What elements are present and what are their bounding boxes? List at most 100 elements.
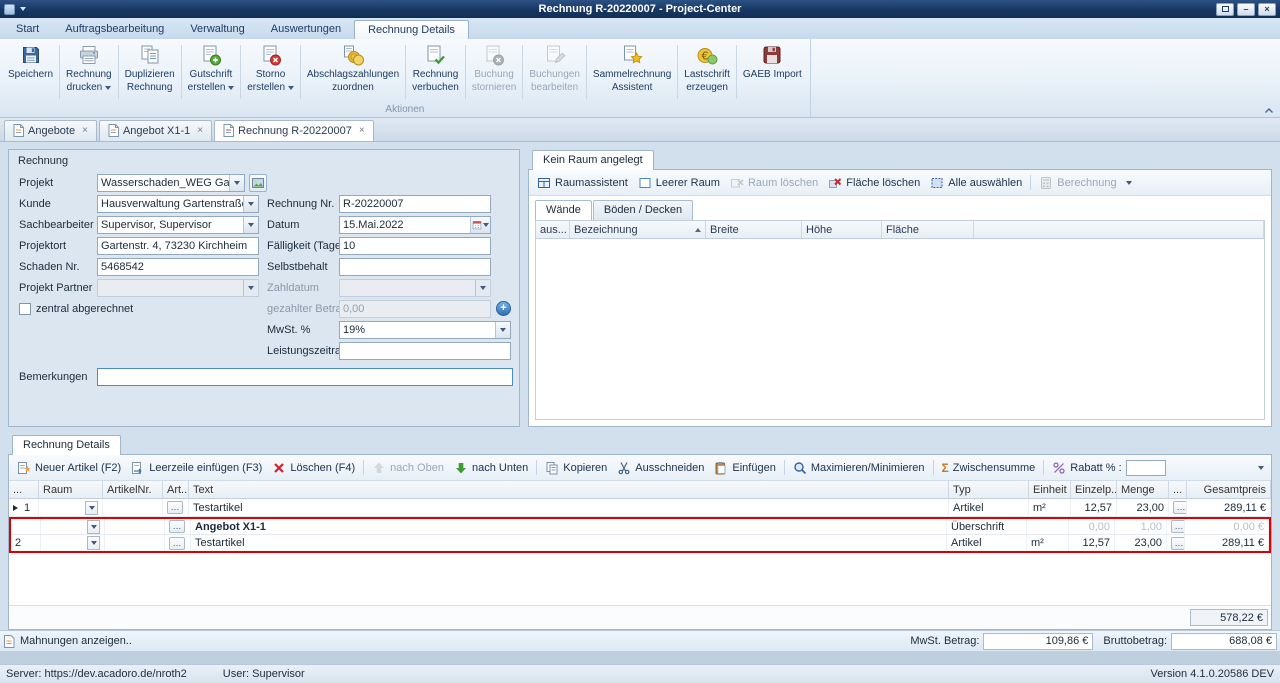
ribbon-tab-auswertungen[interactable]: Auswertungen [258,20,354,39]
minimize-button[interactable]: – [1237,3,1255,16]
grid-empty-area[interactable] [9,553,1271,605]
dropdown-button[interactable] [495,322,510,338]
ausschneiden-button[interactable]: Ausschneiden [612,459,709,477]
einzelpreis-cell[interactable]: 12,57 [1069,535,1115,551]
artikelnr-cell[interactable] [105,535,165,551]
column-header-gesamtpreis[interactable]: Gesamtpreis [1187,481,1271,498]
rechnung-drucken-button[interactable]: Rechnung drucken [61,41,117,103]
einheit-cell[interactable]: m² [1027,535,1069,551]
column-header-auswahl[interactable]: aus... [536,221,570,238]
column-header-flaeche[interactable]: Fläche [882,221,974,238]
column-header-raum[interactable]: Raum [39,481,103,498]
lastschrift-erzeugen-button[interactable]: € Lastschrift erzeugen [679,41,735,103]
table-row[interactable]: 1 … Testartikel Artikel m² 12,57 23,00 …… [9,499,1271,517]
ribbon-tab-auftragsbearbeitung[interactable]: Auftragsbearbeitung [52,20,177,39]
text-cell[interactable]: Testartikel [189,499,949,516]
raum-cell[interactable] [41,519,105,534]
einfuegen-button[interactable]: Einfügen [709,459,780,477]
tab-boeden-decken[interactable]: Böden / Decken [593,200,693,220]
raum-dropdown-button[interactable] [87,536,100,550]
column-header-art[interactable]: Art... [163,481,189,498]
ribbon-tab-verwaltung[interactable]: Verwaltung [177,20,257,39]
column-header-menge[interactable]: Menge [1117,481,1169,498]
ellipsis-button[interactable]: … [1173,501,1187,514]
rechnung-verbuchen-button[interactable]: Rechnung verbuchen [407,41,464,103]
art-cell[interactable]: … [165,535,191,551]
einzelpreis-cell[interactable]: 0,00 [1069,519,1115,534]
leerzeile-einfuegen-button[interactable]: Leerzeile einfügen (F3) [126,459,267,477]
ellipsis-button[interactable]: … [1171,537,1185,550]
ellipsis-button[interactable]: … [167,501,183,514]
art-cell[interactable]: … [163,499,189,516]
einheit-cell[interactable]: m² [1029,499,1071,516]
calendar-dropdown-button[interactable] [470,217,490,233]
add-payment-button[interactable]: + [496,301,511,316]
nach-unten-button[interactable]: nach Unten [449,459,533,477]
text-cell[interactable]: Testartikel [191,535,947,551]
dropdown-button[interactable] [243,196,258,212]
sammelrechnung-assistent-button[interactable]: Sammelrechnung Assistent [588,41,676,103]
zentral-abgerechnet-checkbox[interactable] [19,303,31,315]
table-row[interactable]: … Angebot X1-1 Überschrift 0,00 1,00 … 0… [11,519,1269,535]
flaeche-loeschen-button[interactable]: Fläche löschen [823,174,925,192]
schaden-nr-field[interactable] [97,258,259,276]
raumassistent-button[interactable]: Raumassistent [532,174,633,192]
more-cell[interactable]: … [1167,519,1185,534]
artikelnr-cell[interactable] [103,499,163,516]
bemerkungen-field[interactable] [97,368,513,386]
column-header-breite[interactable]: Breite [706,221,802,238]
column-header-artikelnr[interactable]: ArtikelNr. [103,481,163,498]
column-header-ellipsis[interactable]: ... [1169,481,1187,498]
room-grid-body[interactable] [535,239,1265,420]
kopieren-button[interactable]: Kopieren [540,459,612,477]
table-row[interactable]: 2 … Testartikel Artikel m² 12,57 23,00 …… [11,535,1269,551]
menge-cell[interactable]: 23,00 [1117,499,1169,516]
mwst-combobox[interactable]: 19% [339,321,511,339]
gesamtpreis-cell[interactable]: 289,11 € [1185,535,1269,551]
ellipsis-button[interactable]: … [169,537,185,550]
leistungszeitraum-field[interactable] [339,342,511,360]
typ-cell[interactable]: Artikel [947,535,1027,551]
rabatt-input[interactable] [1126,460,1166,476]
doc-tab-angebote[interactable]: Angebote × [4,120,97,141]
artikelnr-cell[interactable] [105,519,165,534]
leerer-raum-button[interactable]: Leerer Raum [633,174,725,192]
column-header-indicator[interactable]: ... [9,481,39,498]
ribbon-collapse-chevron-icon[interactable] [1264,107,1274,114]
app-icon[interactable] [4,4,15,15]
berechnung-dropdown-icon[interactable] [1122,175,1136,191]
close-tab-icon[interactable]: × [82,126,88,136]
ribbon-tab-rechnung-details[interactable]: Rechnung Details [354,20,469,39]
dropdown-button[interactable] [243,217,258,233]
raum-cell[interactable] [41,535,105,551]
column-header-typ[interactable]: Typ [949,481,1029,498]
close-tab-icon[interactable]: × [359,126,365,136]
projekt-combobox[interactable]: Wasserschaden_WEG Garte... [97,174,245,192]
toolbar-overflow-dropdown-icon[interactable] [1254,460,1268,476]
art-cell[interactable]: … [165,519,191,534]
raum-dropdown-button[interactable] [85,501,98,515]
column-header-hoehe[interactable]: Höhe [802,221,882,238]
close-tab-icon[interactable]: × [197,126,203,136]
einzelpreis-cell[interactable]: 12,57 [1071,499,1117,516]
column-header-text[interactable]: Text [189,481,949,498]
column-header-einheit[interactable]: Einheit [1029,481,1071,498]
selbstbehalt-field[interactable] [339,258,491,276]
ribbon-tab-start[interactable]: Start [3,20,52,39]
rechnung-nr-field[interactable] [339,195,491,213]
abschlagszahlungen-zuordnen-button[interactable]: Abschlagszahlungen zuordnen [302,41,404,103]
tab-kein-raum-angelegt[interactable]: Kein Raum angelegt [532,150,654,170]
duplizieren-rechnung-button[interactable]: Duplizieren Rechnung [120,41,180,103]
datum-datepicker[interactable]: 15.Mai.2022 [339,216,491,234]
storno-erstellen-button[interactable]: Storno erstellen [242,41,299,103]
faelligkeit-field[interactable] [339,237,491,255]
tab-waende[interactable]: Wände [535,200,592,220]
gaeb-import-button[interactable]: GAEB Import [738,41,807,103]
doc-tab-rechnung-r-20220007[interactable]: Rechnung R-20220007 × [214,120,374,141]
alle-auswaehlen-button[interactable]: Alle auswählen [925,174,1027,192]
gutschrift-erstellen-button[interactable]: Gutschrift erstellen [183,41,240,103]
sachbearbeiter-combobox[interactable]: Supervisor, Supervisor [97,216,259,234]
einheit-cell[interactable] [1027,519,1069,534]
restore-button[interactable] [1216,3,1234,16]
close-button[interactable]: × [1258,3,1276,16]
